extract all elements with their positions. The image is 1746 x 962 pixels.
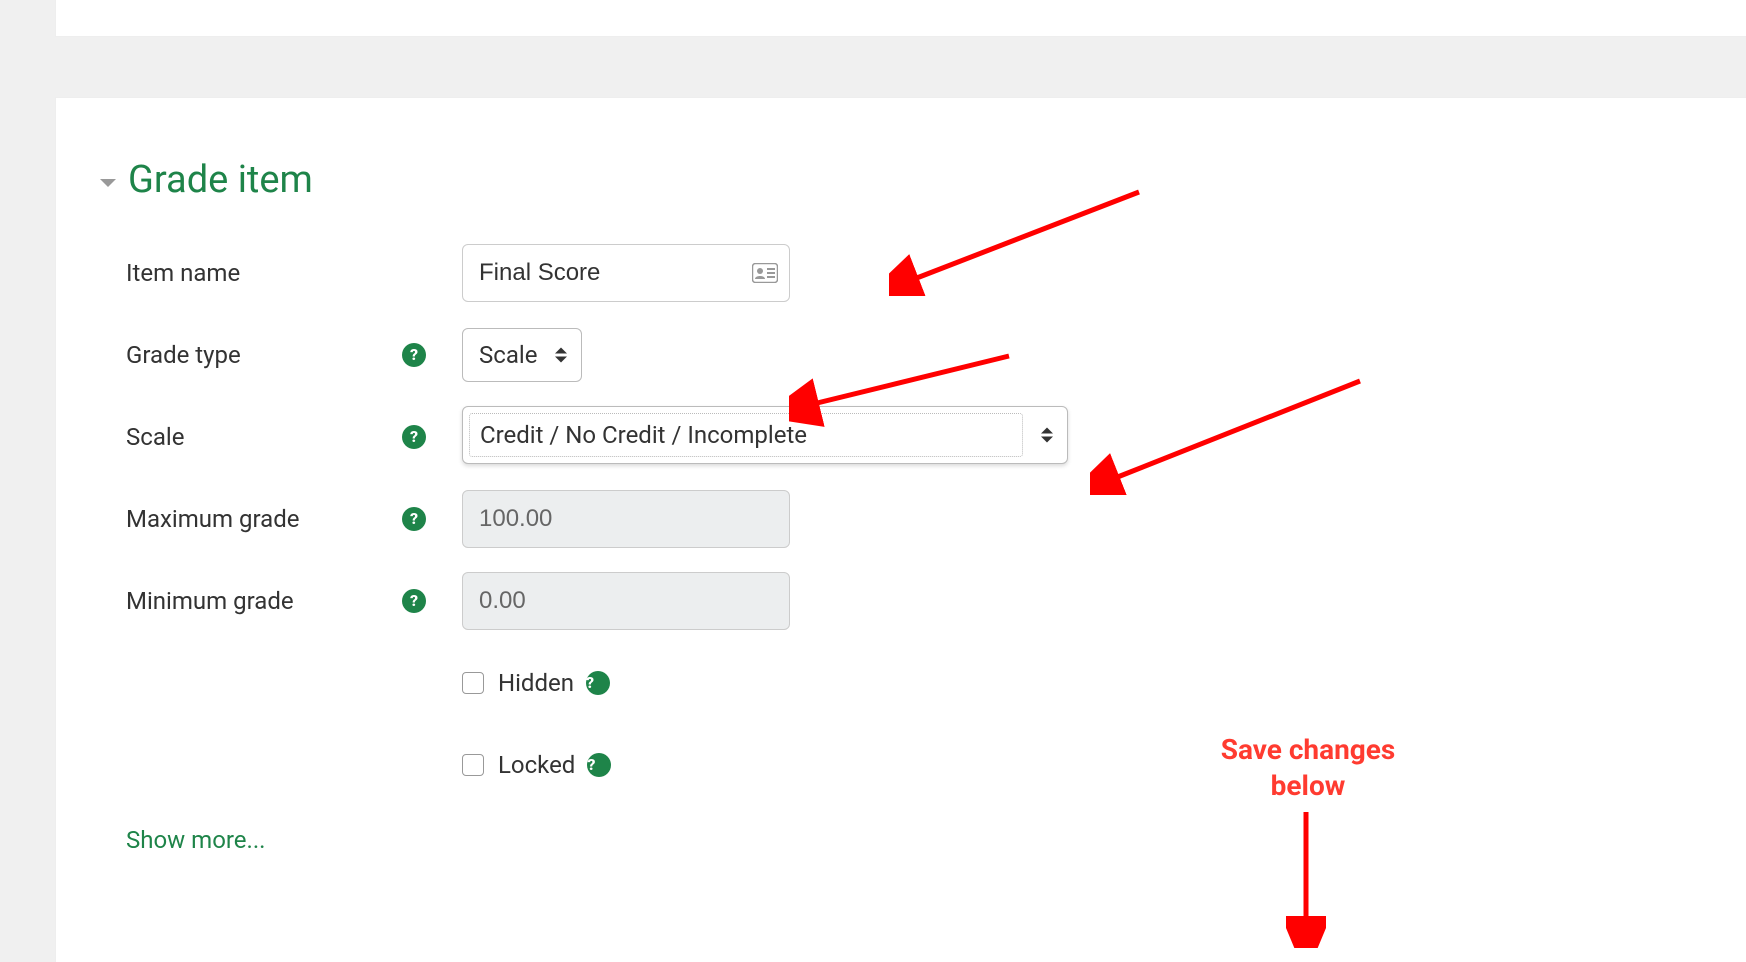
annotation-arrow <box>1090 375 1370 495</box>
label-max-grade: Maximum grade <box>56 505 390 533</box>
label-item-name: Item name <box>56 259 390 287</box>
top-card <box>56 0 1746 36</box>
help-icon[interactable]: ? <box>402 425 426 449</box>
help-icon[interactable]: ? <box>586 671 610 695</box>
label-grade-type: Grade type <box>56 341 390 369</box>
show-more-link[interactable]: Show more... <box>126 826 1746 854</box>
row-min-grade: Minimum grade ? <box>56 560 1746 642</box>
item-name-input[interactable] <box>462 244 790 302</box>
help-icon[interactable]: ? <box>402 589 426 613</box>
annotation-arrow-down <box>1286 808 1326 948</box>
hidden-checkbox[interactable] <box>462 672 484 694</box>
max-grade-input <box>462 490 790 548</box>
row-max-grade: Maximum grade ? <box>56 478 1746 560</box>
contact-card-icon <box>752 263 778 283</box>
min-grade-input <box>462 572 790 630</box>
grade-type-select[interactable]: Scale <box>462 328 582 382</box>
help-icon[interactable]: ? <box>402 507 426 531</box>
annotation-arrow <box>789 350 1019 430</box>
item-name-input-wrap <box>462 244 790 302</box>
row-hidden: Hidden ? <box>56 642 1746 724</box>
label-min-grade: Minimum grade <box>56 587 390 615</box>
annotation-text: Save changesbelow <box>1178 732 1438 805</box>
hidden-label: Hidden <box>498 669 574 697</box>
scale-value: Credit / No Credit / Incomplete <box>480 421 807 449</box>
chevron-down-icon <box>100 179 116 187</box>
annotation-arrow <box>889 186 1149 296</box>
locked-checkbox[interactable] <box>462 754 484 776</box>
label-scale: Scale <box>56 423 390 451</box>
updown-caret-icon <box>555 348 567 363</box>
form: Item name <box>56 232 1746 854</box>
help-icon[interactable]: ? <box>402 343 426 367</box>
help-icon[interactable]: ? <box>587 753 611 777</box>
updown-caret-icon <box>1041 428 1053 443</box>
locked-label: Locked <box>498 751 575 779</box>
grade-type-value: Scale <box>479 341 537 369</box>
section-title: Grade item <box>128 158 313 202</box>
row-locked: Locked ? <box>56 724 1746 806</box>
